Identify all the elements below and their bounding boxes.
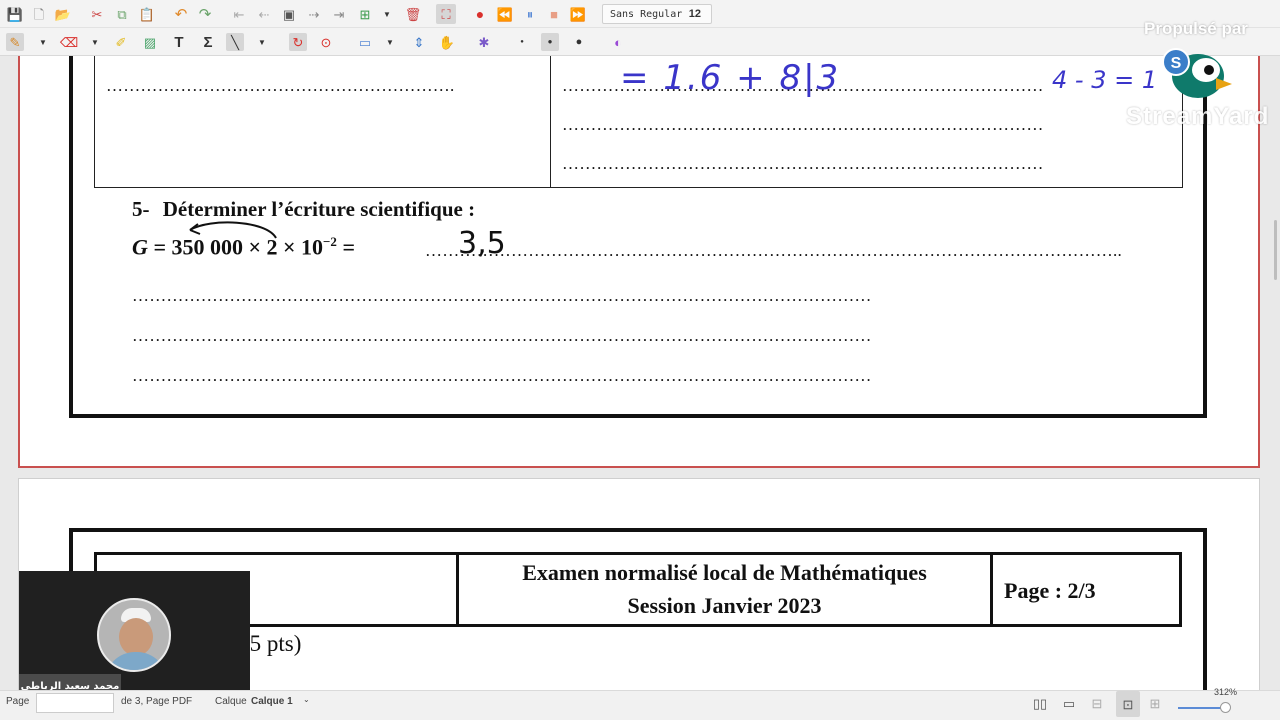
add-page-dropdown-icon[interactable]: ▼ [382, 5, 392, 23]
fill-icon[interactable]: ◐ [609, 33, 627, 51]
delete-page-icon[interactable]: 🗑 [404, 5, 422, 23]
expression-answer-dots: …………………………………………………………………………………………………………… [425, 241, 1122, 260]
thickness-thick-icon[interactable]: ● [570, 33, 588, 51]
pen-dropdown-icon[interactable]: ▼ [38, 33, 48, 51]
line-dropdown-icon[interactable]: ▼ [257, 33, 267, 51]
font-selector[interactable]: Sans Regular 12 [602, 4, 712, 24]
eraser-icon[interactable]: ⌫ [60, 33, 78, 51]
line-tool-icon[interactable]: ╲ [226, 33, 244, 51]
page-label: Page [6, 696, 30, 707]
highlighter-icon[interactable]: ✐ [112, 33, 130, 51]
select-rect-icon[interactable]: ▭ [356, 33, 374, 51]
svg-text:S: S [1171, 55, 1182, 72]
hand-tool-icon[interactable]: ✋ [438, 33, 456, 51]
handwritten-g-answer: 3,5 [458, 226, 506, 261]
redo-icon[interactable]: ↷ [196, 5, 214, 23]
expression-lhs: G = [132, 234, 172, 260]
handwritten-top-expression: = 1.6 + 8|3 [620, 58, 841, 98]
watermark-brand: StreamYard [1126, 103, 1270, 130]
dual-page-view-icon[interactable]: ▯▯ [1031, 694, 1049, 712]
next-page-icon[interactable]: ⇢ [305, 5, 323, 23]
stop-icon[interactable]: ■ [545, 5, 563, 23]
answer-line-3: …………………………………………………………………………………………………………… [132, 326, 872, 345]
answer-line-4: …………………………………………………………………………………………………………… [132, 366, 872, 385]
fast-forward-icon[interactable]: ⏩ [569, 5, 587, 23]
zoom-fit-icon[interactable]: ⊡ [1116, 691, 1140, 717]
main-toolbar: 💾 🗋 📂 ✂ ⧉ 📋 ↶ ↷ ⇤ ⇠ ▣ ⇢ ⇥ ⊞ ▼ 🗑 ⛶ ● ⏪ ⏸ … [0, 0, 1280, 28]
goto-page-icon[interactable]: ▣ [280, 5, 298, 23]
exam-header-session: Session Janvier 2023 [627, 593, 822, 618]
text-tool-icon[interactable]: T [170, 33, 188, 51]
exercise-points: (5 pts) [242, 631, 302, 656]
answer-dots-left: ……………………………………………………. [106, 76, 455, 95]
save-icon[interactable]: 💾 [6, 5, 24, 23]
zoom-out-icon[interactable]: ⊟ [1088, 694, 1106, 712]
watermark-propose: Propulsé par [1144, 19, 1248, 38]
expression-exponent: −2 [323, 234, 337, 249]
font-name: Sans Regular [610, 8, 683, 20]
magic-tool-icon[interactable]: ✱ [475, 33, 493, 51]
zoom-level: 312% [1214, 687, 1238, 697]
vertical-scrollbar[interactable] [1274, 220, 1277, 280]
layer-dropdown-icon[interactable]: ⌄ [303, 695, 310, 704]
page-number-input[interactable] [36, 693, 114, 713]
layer-label: Calque [215, 696, 247, 707]
new-document-icon[interactable]: 🗋 [30, 5, 48, 23]
eraser-dropdown-icon[interactable]: ▼ [90, 33, 100, 51]
presentation-view-icon[interactable]: ▭ [1060, 694, 1078, 712]
exam-header-title: Examen normalisé local de Mathématiques [522, 560, 927, 585]
pen-tool-icon[interactable]: ✎ [6, 33, 24, 51]
formula-icon[interactable]: Σ [199, 33, 217, 51]
status-bar: Page de 3, Page PDF Calque Calque 1 ⌄ ▯▯… [0, 687, 1280, 720]
streamyard-logo-icon: S [1162, 48, 1232, 98]
drawing-toolbar: ✎ ▼ ⌫ ▼ ✐ ▨ T Σ ╲ ▼ ↻ ⊙ ▭ ▼ ⇕ ✋ ✱ ● ● ● … [0, 28, 1280, 80]
thickness-medium-icon[interactable]: ● [541, 33, 559, 51]
first-page-icon[interactable]: ⇤ [230, 5, 248, 23]
handwritten-top-right: 4 - 3 = 1 [1052, 66, 1158, 94]
open-folder-icon[interactable]: 📂 [54, 5, 72, 23]
cut-icon[interactable]: ✂ [88, 5, 106, 23]
previous-page-icon[interactable]: ⇠ [255, 5, 273, 23]
snap-magnet-icon[interactable]: ⊙ [317, 33, 335, 51]
answer-dots-right-3: ………………………………………………………………………… [562, 154, 1044, 173]
fullscreen-icon[interactable]: ⛶ [436, 4, 456, 24]
answer-line-2: …………………………………………………………………………………………………………… [132, 286, 872, 305]
paste-icon[interactable]: 📋 [138, 5, 156, 23]
exam-page-number: Page : 2/3 [1004, 578, 1096, 603]
exam-header-divider-2 [990, 552, 993, 627]
image-icon[interactable]: ▨ [141, 33, 159, 51]
expression-equals: = [336, 234, 355, 260]
zoom-slider-handle[interactable] [1220, 702, 1231, 713]
ruler-rotate-icon[interactable]: ↻ [289, 33, 307, 51]
record-icon[interactable]: ● [471, 5, 489, 23]
vertical-space-icon[interactable]: ⇕ [410, 33, 428, 51]
pause-icon[interactable]: ⏸ [521, 5, 539, 23]
handwritten-arrow-icon [189, 221, 277, 239]
font-size[interactable]: 12 [689, 8, 701, 20]
copy-icon[interactable]: ⧉ [113, 5, 131, 23]
zoom-in-icon[interactable]: ⊞ [1146, 694, 1164, 712]
presenter-avatar [97, 598, 171, 672]
thickness-fine-icon[interactable]: ● [513, 33, 531, 51]
rewind-icon[interactable]: ⏪ [496, 5, 514, 23]
page-info: de 3, Page PDF [121, 696, 193, 707]
question-number: 5- [132, 197, 150, 221]
undo-icon[interactable]: ↶ [172, 5, 190, 23]
answer-dots-right-2: ………………………………………………………………………… [562, 115, 1044, 134]
select-dropdown-icon[interactable]: ▼ [385, 33, 395, 51]
layer-value[interactable]: Calque 1 [251, 696, 293, 707]
answer-table-divider [550, 56, 551, 188]
last-page-icon[interactable]: ⇥ [330, 5, 348, 23]
add-page-icon[interactable]: ⊞ [356, 5, 374, 23]
